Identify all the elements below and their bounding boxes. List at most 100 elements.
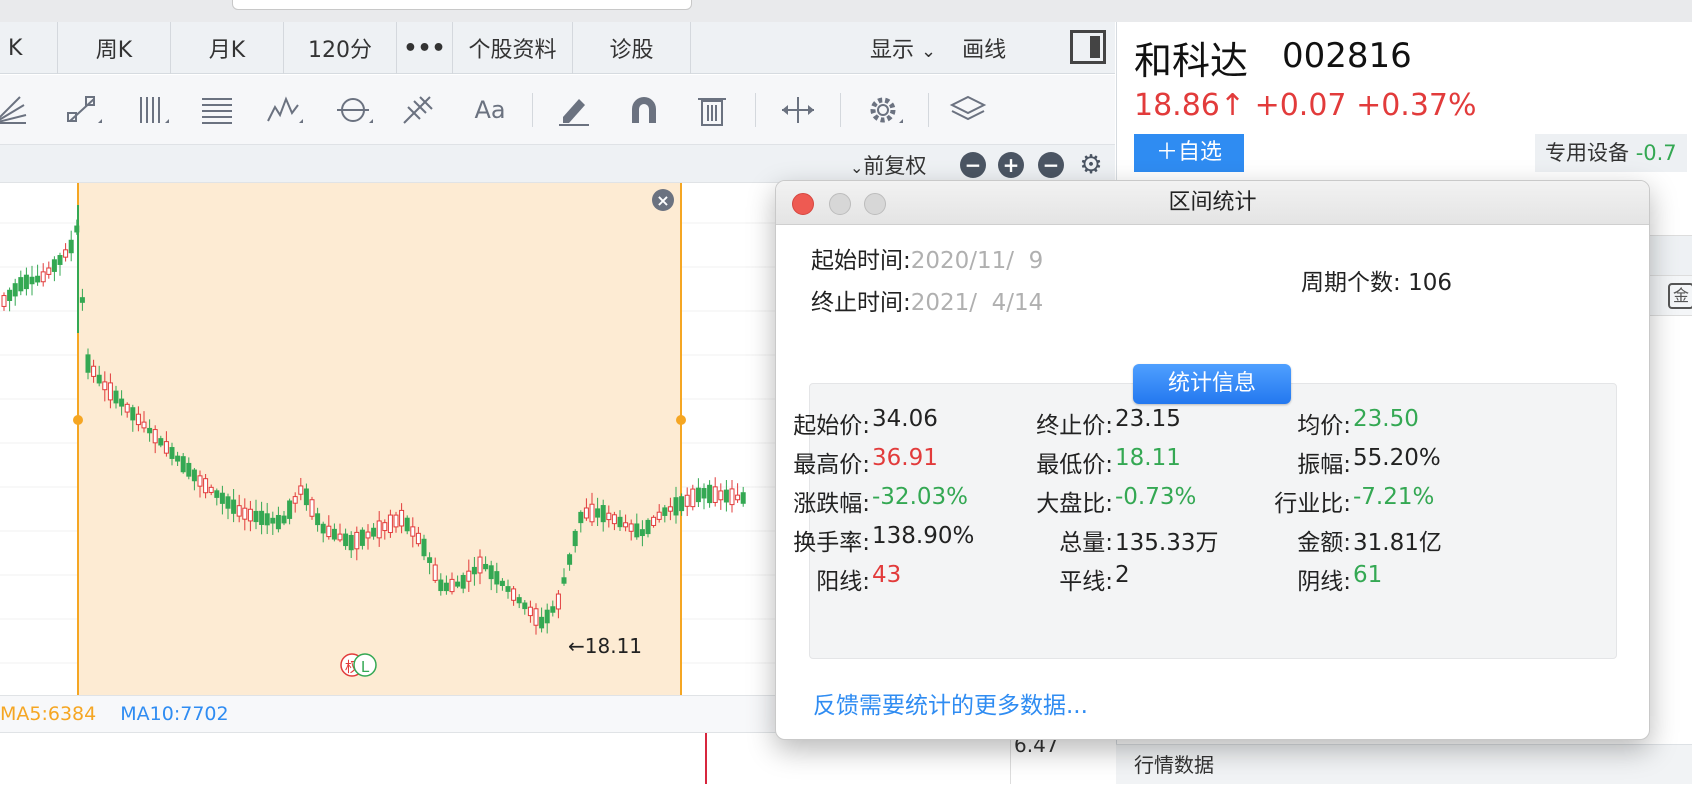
candle-body — [1, 295, 7, 307]
candle-body — [483, 563, 489, 570]
display-dropdown[interactable]: 显示 ⌄ — [870, 32, 936, 64]
wave-icon[interactable] — [265, 93, 305, 127]
stat-value: 61 — [1353, 562, 1383, 588]
candle-body — [320, 523, 326, 534]
top-search-field[interactable] — [232, 0, 692, 10]
candle-body — [365, 531, 371, 539]
pen-icon[interactable] — [555, 93, 595, 127]
panel-row — [1650, 235, 1692, 275]
candle-body — [231, 499, 237, 514]
l-marker-label: L — [361, 658, 370, 676]
candle-body — [516, 597, 522, 604]
fan-icon[interactable] — [0, 93, 32, 127]
stat-label: 最低价: — [1036, 452, 1113, 478]
chart-settings-icon[interactable]: ⚙ — [1078, 152, 1104, 178]
more-tabs-button[interactable]: ••• — [397, 22, 453, 74]
candle-body — [147, 427, 153, 434]
stat-value: 55.20% — [1353, 445, 1441, 471]
drawing-toolbar: Aa — [0, 75, 1115, 145]
magnet-icon[interactable] — [624, 93, 664, 127]
candle-body — [57, 255, 63, 265]
tab-week-k[interactable]: 周K — [58, 22, 171, 74]
stat-value: -0.73% — [1115, 484, 1197, 510]
selection-handle-left — [73, 415, 83, 425]
candle-body — [79, 297, 85, 303]
stock-code: 002816 — [1282, 36, 1412, 76]
text-icon[interactable]: Aa — [470, 93, 510, 127]
candle-body — [169, 447, 175, 459]
candle-body — [589, 503, 595, 523]
zoom-in-icon[interactable]: + — [998, 152, 1024, 178]
candle-body — [623, 522, 629, 528]
settings-icon[interactable] — [865, 93, 905, 127]
tab-diagnosis[interactable]: 诊股 — [573, 22, 691, 74]
close-button[interactable] — [792, 193, 814, 215]
cycle-icon[interactable] — [335, 93, 375, 127]
candle-body — [729, 488, 735, 506]
add-watchlist-button[interactable]: ＋自选 — [1134, 134, 1244, 172]
current-price: 18.86↑ — [1134, 88, 1246, 123]
candle-body — [550, 606, 556, 613]
gann-icon[interactable] — [198, 93, 238, 127]
maximize-button[interactable] — [864, 193, 886, 215]
parallel-lines-icon[interactable] — [133, 93, 173, 127]
tab-day-k[interactable]: K — [0, 22, 58, 74]
chevron-down-icon: ⌄ — [850, 158, 864, 177]
zoom-out-icon[interactable]: − — [960, 152, 986, 178]
end-time-value[interactable]: 2021/ 4/14 — [911, 290, 1044, 316]
candle-body — [158, 438, 164, 446]
candle-body — [477, 556, 483, 574]
stat-label: 平线: — [1059, 569, 1113, 595]
chart-subheader — [0, 145, 1115, 183]
feedback-link[interactable]: 反馈需要统计的更多数据... — [813, 686, 1088, 720]
industry-badge[interactable]: 专用设备 -0.7 — [1535, 134, 1687, 172]
gold-icon[interactable]: 金 — [1668, 283, 1692, 309]
range-icon[interactable] — [778, 93, 818, 127]
candle-body — [639, 529, 645, 537]
candle-body — [275, 514, 281, 530]
candle-body — [667, 506, 673, 512]
candle-body — [387, 514, 393, 534]
fib-icon[interactable] — [400, 93, 440, 127]
market-data-header[interactable]: 行情数据 — [1116, 744, 1692, 784]
candle-body — [522, 602, 528, 610]
candle-body — [236, 505, 242, 517]
start-time-value[interactable]: 2020/11/ 9 — [911, 248, 1044, 274]
candle-body — [410, 526, 416, 537]
candle-body — [107, 382, 113, 401]
layers-icon[interactable] — [948, 93, 988, 127]
candle-body — [298, 485, 304, 495]
stat-value: 23.15 — [1115, 406, 1181, 432]
candle-body — [572, 530, 578, 547]
segment-icon[interactable] — [64, 93, 104, 127]
candle-body — [712, 486, 718, 503]
candle-body — [18, 277, 24, 292]
panel-toggle-icon[interactable] — [1070, 30, 1106, 64]
price-row: 18.86↑ +0.07 +0.37% — [1134, 88, 1477, 123]
candle-body — [449, 578, 455, 593]
candle-body — [460, 574, 466, 589]
stats-info-button[interactable]: 统计信息 — [1133, 364, 1291, 404]
candle-body — [690, 488, 696, 508]
candle-body — [567, 554, 573, 565]
candle-body — [91, 365, 97, 377]
tab-120min[interactable]: 120分 — [284, 22, 397, 74]
stat-value: 23.50 — [1353, 406, 1419, 432]
trash-icon[interactable] — [692, 93, 732, 127]
crosshair-line — [705, 733, 707, 784]
tab-month-k[interactable]: 月K — [171, 22, 284, 74]
candle-body — [343, 533, 349, 547]
minimize-button[interactable] — [829, 193, 851, 215]
candle-body — [152, 429, 158, 444]
draw-line-button[interactable]: 画线 — [962, 32, 1006, 64]
candle-body — [225, 496, 231, 509]
candle-body — [376, 520, 382, 539]
candle-body — [382, 522, 388, 532]
minus-icon[interactable]: − — [1038, 152, 1064, 178]
tab-stock-profile[interactable]: 个股资料 — [453, 22, 573, 74]
candle-body — [354, 531, 360, 550]
adjust-mode-dropdown[interactable]: ⌄前复权 — [850, 150, 926, 180]
candle-body — [113, 390, 119, 404]
candle-body — [331, 528, 337, 540]
candle-body — [684, 494, 690, 507]
